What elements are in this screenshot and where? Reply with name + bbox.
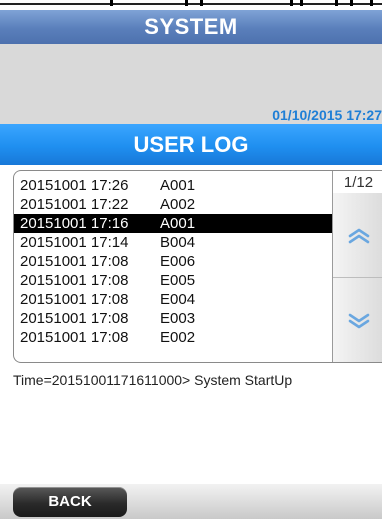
scroll-down-button[interactable]	[333, 278, 382, 362]
log-row-code: E003	[160, 310, 196, 327]
log-row-code: B004	[160, 234, 196, 251]
log-row[interactable]: 20151001 17:08 E004	[14, 290, 332, 309]
log-row-time: 20151001 17:08	[20, 310, 129, 327]
log-row-time: 20151001 17:08	[20, 291, 129, 308]
log-row[interactable]: 20151001 17:08 E005	[14, 271, 332, 290]
log-row[interactable]: 20151001 17:08 E003	[14, 309, 332, 328]
user-log-header: USER LOG	[0, 124, 382, 165]
status-line: Time=20151001171611000> System StartUp	[13, 372, 293, 388]
log-row-time: 20151001 17:08	[20, 253, 129, 270]
log-row[interactable]: 20151001 17:26 A001	[14, 176, 332, 195]
log-row-code: E002	[160, 329, 196, 346]
log-row-selected[interactable]: 20151001 17:16 A001	[14, 214, 332, 233]
datetime-display: 01/10/2015 17:27	[272, 107, 382, 123]
system-header: SYSTEM	[0, 10, 382, 44]
user-log-list: 20151001 17:26 A001 20151001 17:22 A002 20…	[14, 176, 332, 347]
scroll-up-button[interactable]	[333, 195, 382, 278]
top-decor-strip	[0, 0, 382, 10]
log-row-code: A002	[160, 196, 196, 213]
log-row[interactable]: 20151001 17:08 E006	[14, 252, 332, 271]
log-row[interactable]: 20151001 17:08 E002	[14, 328, 332, 347]
log-row-code: E006	[160, 253, 196, 270]
log-row-time: 20151001 17:26	[20, 177, 129, 194]
log-row-code: A001	[160, 215, 196, 232]
log-row-time: 20151001 17:08	[20, 329, 129, 346]
log-row-code: A001	[160, 177, 196, 194]
log-row[interactable]: 20151001 17:22 A002	[14, 195, 332, 214]
log-row[interactable]: 20151001 17:14 B004	[14, 233, 332, 252]
log-row-code: E005	[160, 272, 196, 289]
log-row-time: 20151001 17:16	[20, 215, 129, 232]
page-indicator: 1/12	[333, 171, 382, 193]
double-chevron-up-icon	[348, 228, 369, 244]
double-chevron-down-icon	[348, 313, 369, 329]
log-row-code: E004	[160, 291, 196, 308]
user-log-list-box: 20151001 17:26 A001 20151001 17:22 A002 20…	[13, 170, 382, 363]
top-decor-ticks	[0, 0, 382, 10]
scroll-panel: 1/12	[332, 171, 382, 362]
info-panel: 01/10/2015 17:27	[0, 44, 382, 124]
back-button[interactable]: BACK	[13, 487, 127, 517]
log-row-time: 20151001 17:14	[20, 234, 129, 251]
log-row-time: 20151001 17:22	[20, 196, 129, 213]
log-row-time: 20151001 17:08	[20, 272, 129, 289]
